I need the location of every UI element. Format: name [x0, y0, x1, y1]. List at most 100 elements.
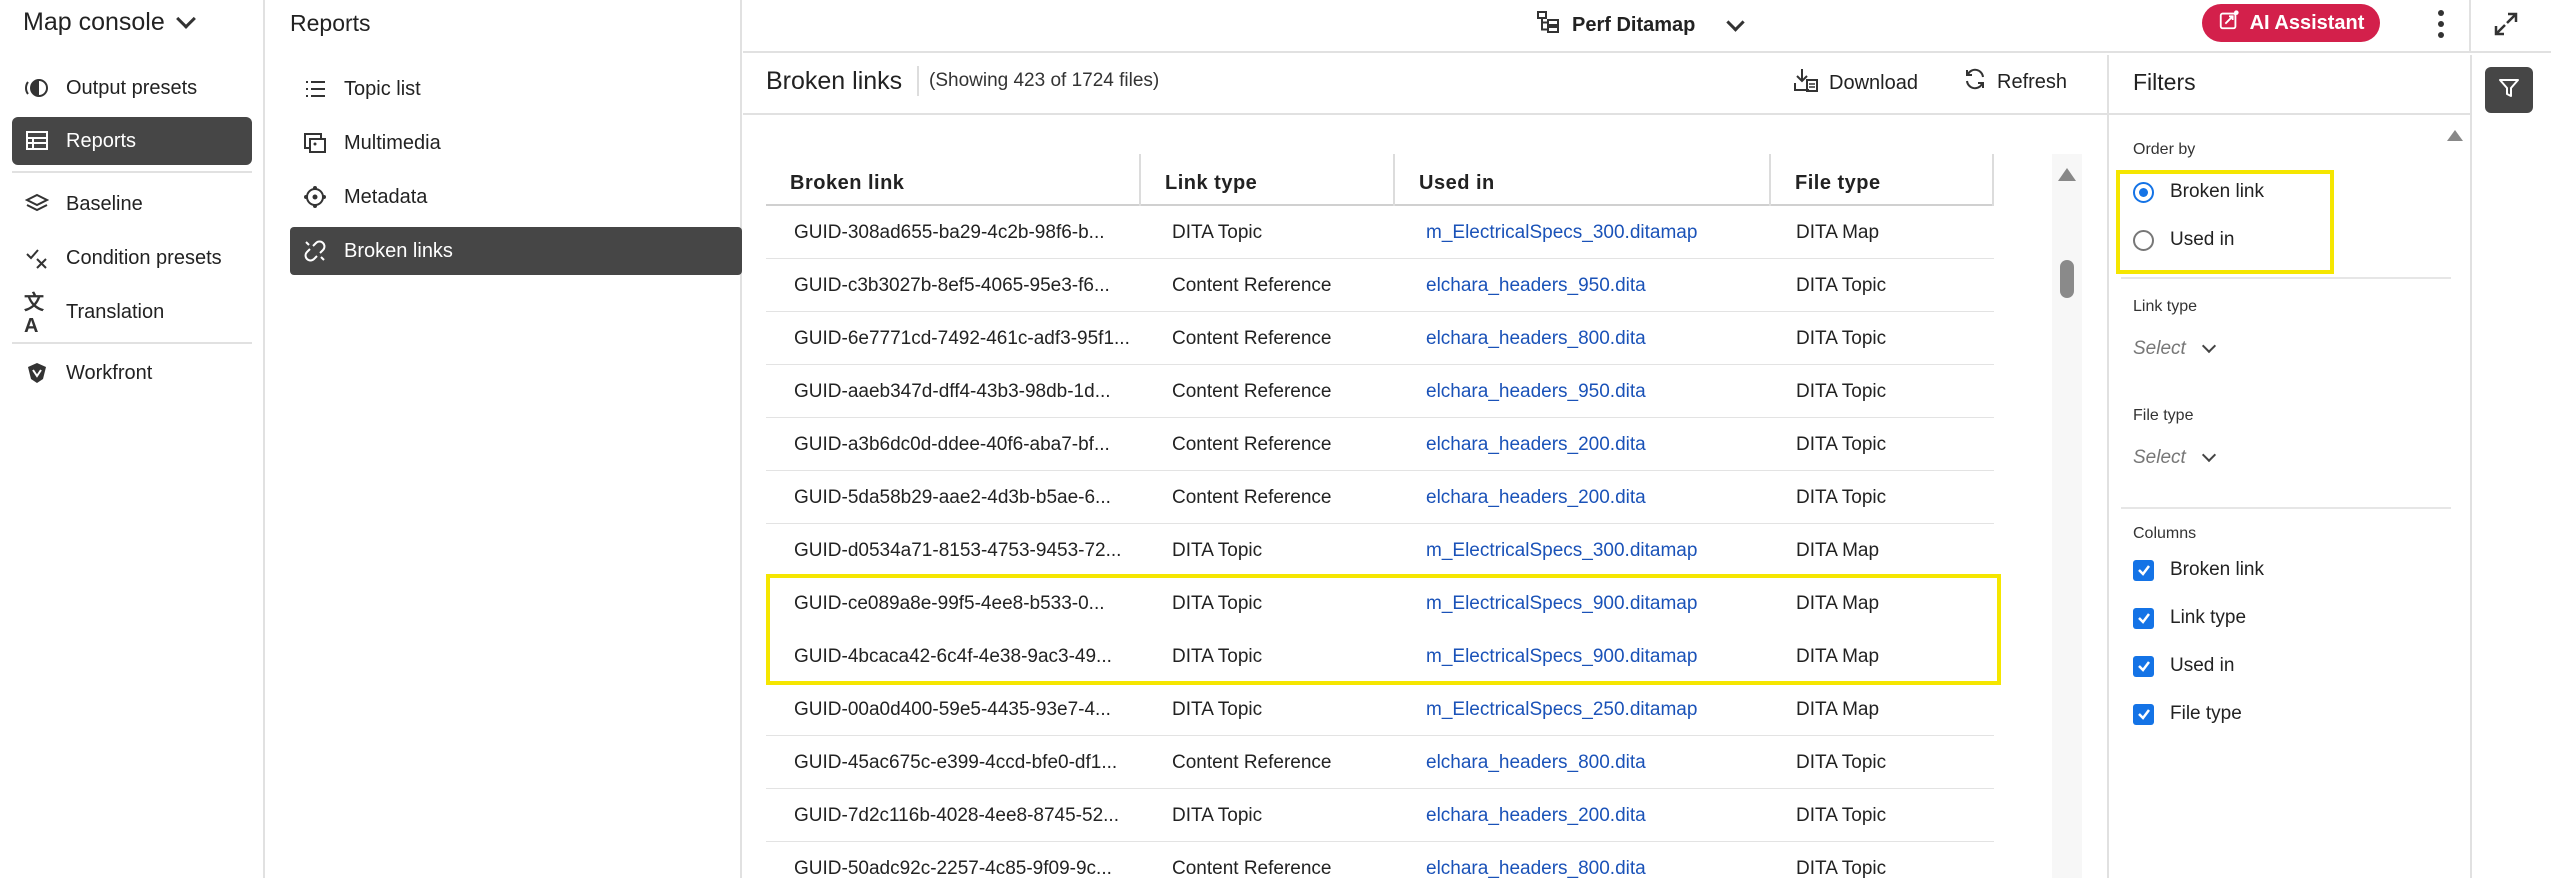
divider — [2121, 277, 2451, 279]
table-row[interactable]: GUID-50adc92c-2257-4c85-9f09-9c... Conten… — [766, 842, 1994, 878]
filters-title: Filters — [2133, 69, 2196, 95]
ditamap-title: Perf Ditamap — [1572, 13, 1696, 36]
column-resizer[interactable] — [1393, 154, 1395, 206]
refresh-button[interactable]: Refresh — [1963, 67, 2067, 97]
chevron-down-icon — [2201, 447, 2216, 463]
checkbox-checked-icon — [2133, 607, 2154, 629]
reports-panel: Reports Topic list Multimedia Metadata B… — [266, 0, 742, 878]
cell-used-in[interactable]: elchara_headers_200.dita — [1426, 487, 1646, 509]
table-row[interactable]: GUID-6e7771cd-7492-461c-adf3-95f1... Cont… — [766, 312, 1994, 365]
cell-broken-link: GUID-aaeb347d-dff4-43b3-98db-1d... — [794, 381, 1111, 402]
table-row[interactable]: GUID-7d2c116b-4028-4ee8-8745-52... DITA T… — [766, 789, 1994, 842]
cell-file-type: DITA Map — [1796, 540, 1880, 561]
nav-item-reports[interactable]: Reports — [12, 117, 252, 165]
report-item-label: Multimedia — [344, 131, 441, 154]
cell-link-type: Content Reference — [1172, 381, 1332, 402]
divider — [2469, 0, 2471, 53]
table-row[interactable]: GUID-d0534a71-8153-4753-9453-72... DITA T… — [766, 524, 1994, 577]
link-type-select-value: Select — [2133, 338, 2186, 359]
column-checkbox[interactable]: Used in — [2133, 655, 2234, 677]
columns-label: Columns — [2133, 525, 2197, 542]
reports-icon — [24, 128, 50, 154]
cell-link-type: DITA Topic — [1172, 540, 1263, 561]
nav-divider — [12, 171, 252, 173]
table-row[interactable]: GUID-5da58b29-aae2-4d3b-b5ae-6... Content… — [766, 471, 1994, 524]
column-header-used-in[interactable]: Used in — [1419, 172, 1495, 195]
cell-broken-link: GUID-c3b3027b-8ef5-4065-95e3-f6... — [794, 275, 1110, 296]
ditamap-selector[interactable]: Perf Ditamap — [1536, 10, 1746, 40]
download-button[interactable]: Download — [1793, 67, 1918, 99]
column-resizer[interactable] — [1992, 154, 1994, 206]
order-by-label: Order by — [2133, 141, 2196, 158]
table-row[interactable]: GUID-308ad655-ba29-4c2b-98f6-b... DITA To… — [766, 206, 1994, 259]
column-header-file-type[interactable]: File type — [1795, 172, 1881, 195]
cell-link-type: Content Reference — [1172, 858, 1332, 878]
report-item-topic-list[interactable]: Topic list — [290, 65, 742, 113]
checkbox-checked-icon — [2133, 655, 2154, 677]
checkbox-checked-icon — [2133, 703, 2154, 725]
cell-used-in[interactable]: elchara_headers_950.dita — [1426, 275, 1646, 297]
report-item-multimedia[interactable]: Multimedia — [290, 119, 742, 167]
checkbox-checked-icon — [2133, 559, 2154, 581]
cell-used-in[interactable]: elchara_headers_800.dita — [1426, 752, 1646, 774]
link-type-select[interactable]: Select — [2133, 338, 2216, 360]
cell-used-in[interactable]: m_ElectricalSpecs_250.ditamap — [1426, 699, 1697, 721]
nav-item-condition-presets[interactable]: Condition presets — [12, 234, 252, 282]
nav-item-output-presets[interactable]: Output presets — [12, 64, 252, 112]
broken-link-icon — [302, 238, 328, 264]
column-header-broken-link[interactable]: Broken link — [790, 172, 904, 195]
cell-used-in[interactable]: elchara_headers_200.dita — [1426, 434, 1646, 456]
checkbox-label: File type — [2170, 703, 2242, 724]
table-header: Broken link Link type Used in File type — [766, 154, 1994, 206]
cell-used-in[interactable]: m_ElectricalSpecs_300.ditamap — [1426, 540, 1697, 562]
column-checkbox[interactable]: Link type — [2133, 607, 2246, 629]
column-checkbox[interactable]: File type — [2133, 703, 2242, 725]
table-row[interactable]: GUID-c3b3027b-8ef5-4065-95e3-f6... Conten… — [766, 259, 1994, 312]
scroll-up-icon[interactable] — [2447, 130, 2463, 141]
table-row[interactable]: GUID-00a0d400-59e5-4435-93e7-4... DITA To… — [766, 683, 1994, 736]
nav-item-label: Translation — [66, 300, 165, 323]
nav-item-label: Baseline — [66, 192, 143, 215]
ai-assistant-button[interactable]: AI Assistant — [2202, 4, 2380, 42]
nav-item-translation[interactable]: 文A Translation — [12, 288, 252, 337]
cell-link-type: Content Reference — [1172, 275, 1332, 296]
cell-used-in[interactable]: elchara_headers_200.dita — [1426, 805, 1646, 827]
report-item-label: Topic list — [344, 77, 421, 100]
table-row[interactable]: GUID-aaeb347d-dff4-43b3-98db-1d... Conten… — [766, 365, 1994, 418]
divider — [2121, 507, 2451, 509]
column-header-link-type[interactable]: Link type — [1165, 172, 1257, 195]
nav-item-workfront[interactable]: Workfront — [12, 349, 252, 397]
cell-broken-link: GUID-50adc92c-2257-4c85-9f09-9c... — [794, 858, 1112, 878]
column-checkbox[interactable]: Broken link — [2133, 559, 2264, 581]
column-resizer[interactable] — [1139, 154, 1141, 206]
table-row[interactable]: GUID-45ac675c-e399-4ccd-bfe0-df1... Conte… — [766, 736, 1994, 789]
cell-file-type: DITA Topic — [1796, 381, 1887, 402]
filter-toggle-button[interactable] — [2485, 67, 2533, 113]
chevron-down-icon — [175, 8, 196, 29]
nav-item-baseline[interactable]: Baseline — [12, 180, 252, 228]
highlight-box — [766, 574, 2001, 685]
table-row[interactable]: GUID-a3b6dc0d-ddee-40f6-aba7-bf... Conten… — [766, 418, 1994, 471]
cell-used-in[interactable]: elchara_headers_800.dita — [1426, 858, 1646, 878]
scroll-up-icon[interactable] — [2058, 168, 2076, 181]
content-header: Broken links (Showing 423 of 1724 files)… — [743, 55, 2107, 115]
cell-used-in[interactable]: m_ElectricalSpecs_300.ditamap — [1426, 222, 1697, 244]
report-item-broken-links[interactable]: Broken links — [290, 227, 742, 275]
map-console-dropdown[interactable]: Map console — [23, 8, 196, 37]
report-item-metadata[interactable]: Metadata — [290, 173, 742, 221]
top-bar: Perf Ditamap AI Assistant — [743, 0, 2551, 53]
cell-used-in[interactable]: elchara_headers_800.dita — [1426, 328, 1646, 350]
file-count: (Showing 423 of 1724 files) — [917, 66, 1159, 96]
expand-icon[interactable] — [2488, 6, 2524, 42]
cell-broken-link: GUID-d0534a71-8153-4753-9453-72... — [794, 540, 1122, 561]
column-resizer[interactable] — [1769, 154, 1771, 206]
more-options-icon[interactable] — [2425, 6, 2457, 42]
scrollbar-thumb[interactable] — [2060, 260, 2074, 298]
nav-item-label: Workfront — [66, 361, 153, 384]
cell-used-in[interactable]: elchara_headers_950.dita — [1426, 381, 1646, 403]
cell-broken-link: GUID-00a0d400-59e5-4435-93e7-4... — [794, 699, 1111, 720]
checkbox-label: Link type — [2170, 607, 2247, 628]
ditamap-icon — [1536, 10, 1560, 40]
file-type-select[interactable]: Select — [2133, 447, 2216, 469]
checkbox-label: Used in — [2170, 655, 2235, 676]
